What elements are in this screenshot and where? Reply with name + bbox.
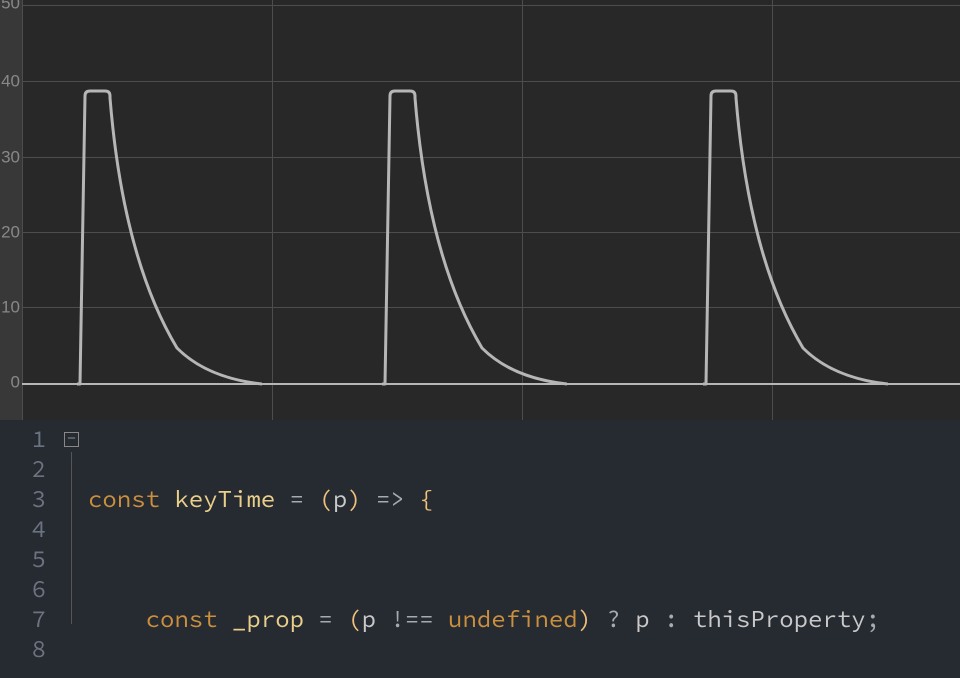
code-area[interactable]: const keyTime = (p) => { const _prop = (…	[88, 420, 960, 678]
token-var: _prop	[232, 603, 304, 634]
code-line: const keyTime = (p) => {	[88, 484, 960, 514]
y-tick: 0	[0, 374, 20, 391]
token-op: =	[275, 483, 318, 514]
line-number: 7	[0, 604, 52, 634]
line-number: 2	[0, 454, 52, 484]
line-number: 6	[0, 574, 52, 604]
token-var: p	[333, 483, 347, 514]
line-number: 4	[0, 514, 52, 544]
token-var: p	[635, 603, 649, 634]
curve-peak	[703, 88, 888, 388]
token-keyword: const	[88, 483, 160, 514]
line-number-gutter: 1 2 3 4 5 6 7 8	[0, 420, 60, 678]
token-op: :	[650, 603, 693, 634]
token-op: ?	[592, 603, 635, 634]
token-op: !==	[376, 603, 448, 634]
token-paren: (	[347, 603, 361, 634]
token-const: thisProperty	[693, 603, 866, 634]
y-tick: 10	[0, 299, 20, 316]
line-number: 3	[0, 484, 52, 514]
token-paren: )	[578, 603, 592, 634]
token-op: ;	[866, 603, 880, 634]
line-number: 1	[0, 424, 52, 454]
token-const: undefined	[448, 603, 578, 634]
fold-toggle-icon[interactable]: −	[64, 432, 79, 447]
y-tick: 30	[0, 149, 20, 166]
graph-curve-layer	[22, 0, 960, 420]
curve-peak	[382, 88, 567, 388]
token-paren: (	[318, 483, 332, 514]
y-tick: 50	[0, 0, 20, 12]
y-tick: 40	[0, 73, 20, 90]
fold-guide	[71, 452, 72, 624]
code-line: const _prop = (p !== undefined) ? p : th…	[88, 604, 960, 634]
token-op: =	[304, 603, 347, 634]
token-paren: )	[347, 483, 361, 514]
graph-y-axis: 50 40 30 20 10 0	[0, 0, 22, 420]
graph-panel[interactable]: 50 40 30 20 10 0	[0, 0, 960, 420]
line-number: 8	[0, 634, 52, 664]
token-brace: {	[419, 483, 433, 514]
curve-peak	[77, 88, 262, 388]
token-func: keyTime	[174, 483, 275, 514]
space	[218, 603, 232, 634]
code-editor[interactable]: 1 2 3 4 5 6 7 8 − const keyTime = (p) =>…	[0, 420, 960, 678]
token-var: p	[362, 603, 376, 634]
token-op: =>	[362, 483, 420, 514]
indent	[88, 603, 146, 634]
line-number: 5	[0, 544, 52, 574]
y-tick: 20	[0, 224, 20, 241]
token-keyword: const	[146, 603, 218, 634]
fold-gutter: −	[60, 420, 88, 678]
